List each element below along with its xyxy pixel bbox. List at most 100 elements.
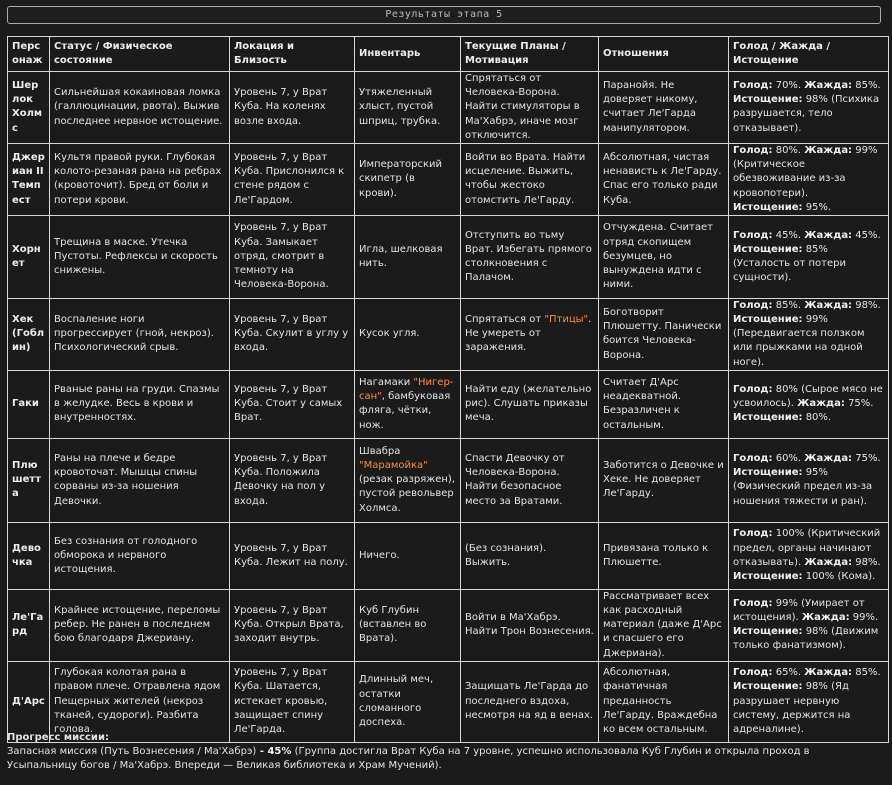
mission-progress: Прогресс миссии: Запасная миссия (Путь В…: [7, 731, 877, 774]
inventory-text: Утяжеленный хлыст, пустой шприц, трубка.: [359, 87, 441, 127]
character-needs: Голод: 80% (Сырое мясо не усвоилось). Жа…: [728, 369, 889, 439]
hunger-label: Голод:: [733, 597, 773, 609]
hunger-value: 45%.: [775, 229, 802, 241]
character-needs: Голод: 45%. Жажда: 45%. Истощение: 85% (…: [728, 214, 889, 299]
character-status: Без сознания от голодного обморока и нер…: [49, 521, 230, 590]
inventory-text: Игла, шелковая нить.: [359, 243, 443, 269]
character-needs: Голод: 80%. Жажда: 99% (Критическое обез…: [728, 142, 889, 216]
mission-name: Запасная миссия (Путь Вознесения / Ма'Ха…: [7, 746, 257, 758]
exhaustion-label: Истощение:: [733, 571, 803, 582]
character-status-table: Персонаж Статус / Физическое состояние Л…: [7, 36, 889, 743]
character-plans: Найти еду (желательно рис). Слушать прик…: [460, 369, 599, 439]
inventory-text: Ничего.: [359, 549, 400, 561]
hunger-value: 80%.: [775, 144, 802, 156]
character-relations: Боготворит Плюшетту. Панически боится Че…: [598, 297, 729, 371]
character-relations: Привязана только к Плюшетте.: [598, 521, 729, 590]
character-location: Уровень 7, у Врат Куба. Прислонился к ст…: [229, 142, 355, 216]
hunger-label: Голод:: [733, 384, 773, 396]
thirst-label: Жажда:: [804, 80, 853, 92]
header-status: Статус / Физическое состояние: [49, 36, 230, 72]
mission-progress-title: Прогресс миссии:: [7, 732, 109, 743]
character-name: Джериан II Темпест: [7, 142, 50, 216]
stage-results-title-text: Результаты этапа 5: [385, 8, 503, 20]
hunger-label: Голод:: [733, 144, 773, 156]
exhaustion-label: Истощение:: [733, 243, 803, 255]
character-inventory: Игла, шелковая нить.: [354, 214, 461, 299]
character-status: Раны на плече и бедре кровоточат. Мышцы …: [49, 437, 230, 523]
thirst-label: Жажда:: [801, 612, 850, 624]
character-needs: Голод: 99% (Умирает от истощения). Жажда…: [728, 588, 889, 662]
inventory-text: Кусок угля.: [359, 328, 420, 340]
table-row: Джериан II Темпест Культя правой руки. Гл…: [7, 142, 889, 216]
character-name: Хорнет: [7, 214, 50, 299]
character-relations: Считает Д'Арс неадекватной. Безразличен …: [598, 369, 729, 439]
exhaustion-value: 95%.: [805, 201, 832, 213]
hunger-label: Голод:: [733, 452, 773, 464]
character-status: Трещина в маске. Утечка Пустоты. Рефлекс…: [49, 214, 230, 299]
inventory-highlight: "Марамойка": [359, 460, 428, 472]
character-location: Уровень 7, у Врат Куба. Скулит в углу у …: [229, 297, 355, 371]
character-needs: Голод: 60%. Жажда: 75%. Истощение: 95% (…: [728, 437, 889, 523]
character-name: Гаки: [7, 369, 50, 439]
character-relations: Абсолютная, чистая ненависть к Ле'Гарду.…: [598, 142, 729, 216]
thirst-value: 85%.: [855, 80, 881, 92]
exhaustion-label: Истощение:: [733, 467, 803, 479]
thirst-value: 85%.: [855, 667, 881, 679]
plans-text: Спрятаться от: [465, 314, 545, 326]
exhaustion-label: Истощение:: [733, 94, 803, 106]
character-plans: Спасти Девочку от Человека-Ворона. Найти…: [460, 437, 599, 523]
table-row: Хек (Гоблин) Воспаление ноги прогрессируе…: [7, 297, 889, 371]
thirst-value: 98%.: [855, 299, 881, 311]
character-location: Уровень 7, у Врат Куба. Открыл Врата, за…: [229, 588, 355, 662]
thirst-label: Жажда:: [804, 556, 853, 568]
plans-text: Войти в Ма'Хабрэ. Найти Трон Вознесения.: [465, 612, 594, 638]
thirst-value: 75%.: [855, 452, 881, 464]
plans-text: Войти во Врата. Найти исцеление. Выжить,…: [465, 152, 586, 206]
character-plans: Войти во Врата. Найти исцеление. Выжить,…: [460, 142, 599, 216]
plans-text: Спрятаться от Человека-Ворона. Найти сти…: [465, 73, 580, 141]
inventory-text: Императорский скипетр (в крови).: [359, 159, 443, 199]
table-body: Шерлок Холмс Сильнейшая кокаиновая ломка …: [7, 71, 889, 743]
plans-text: Отступить во тьму Врат. Избегать прямого…: [465, 229, 592, 284]
header-location: Локация и Близость: [229, 36, 355, 72]
inventory-text-after: (резак разряжен), пустой револьвер Холмс…: [359, 474, 456, 514]
character-needs: Голод: 85%. Жажда: 98%. Истощение: 99% (…: [728, 297, 889, 371]
character-relations: Рассматривает всех как расходный материа…: [598, 588, 729, 662]
exhaustion-value: 80%.: [805, 412, 832, 424]
character-needs: Голод: 100% (Критический предел, органы …: [728, 521, 889, 590]
character-plans: Войти в Ма'Хабрэ. Найти Трон Вознесения.: [460, 588, 599, 662]
thirst-label: Жажда:: [804, 229, 853, 241]
hunger-value: 85%.: [775, 299, 802, 311]
thirst-value: 99%.: [852, 612, 879, 624]
exhaustion-label: Истощение:: [733, 681, 803, 693]
plans-text: (Без сознания). Выжить.: [465, 542, 547, 568]
thirst-label: Жажда:: [797, 398, 845, 410]
character-inventory: Нагамаки "Нигер-сан", бамбуковая фляга, …: [354, 369, 461, 439]
inventory-text: Куб Глубин (вставлен во Врата).: [359, 605, 427, 645]
inventory-text: Швабра: [359, 445, 401, 457]
plans-text: Спасти Девочку от Человека-Ворона. Найти…: [465, 452, 565, 507]
character-status: Крайнее истощение, переломы ребер. Не ра…: [49, 588, 230, 662]
character-plans: Спрятаться от "Птицы". Не умереть от зар…: [460, 297, 599, 371]
hunger-label: Голод:: [733, 667, 773, 679]
hunger-value: 60%.: [775, 452, 802, 464]
character-inventory: Кусок угля.: [354, 297, 461, 371]
table-row: Шерлок Холмс Сильнейшая кокаиновая ломка …: [7, 71, 889, 144]
character-inventory: Ничего.: [354, 521, 461, 590]
thirst-value: 75%.: [848, 398, 874, 410]
thirst-label: Жажда:: [804, 452, 853, 464]
character-inventory: Швабра "Марамойка" (резак разряжен), пус…: [354, 437, 461, 523]
character-name: Плюшетта: [7, 437, 50, 523]
exhaustion-label: Истощение:: [733, 626, 803, 638]
exhaustion-label: Истощение:: [733, 314, 803, 326]
table-row: Гаки Рваные раны на груди. Спазмы в желуд…: [7, 369, 889, 439]
character-location: Уровень 7, у Врат Куба. Стоит у самых Вр…: [229, 369, 355, 439]
character-relations: Паранойя. Не доверяет никому, считает Ле…: [598, 71, 729, 144]
hunger-label: Голод:: [733, 80, 773, 92]
character-name: Девочка: [7, 521, 50, 590]
exhaustion-label: Истощение:: [733, 201, 803, 213]
inventory-text: Длинный меч, остатки сломанного доспеха.: [359, 674, 434, 728]
thirst-label: Жажда:: [804, 299, 853, 311]
character-location: Уровень 7, у Врат Куба. Замыкает отряд, …: [229, 214, 355, 299]
character-plans: Спрятаться от Человека-Ворона. Найти сти…: [460, 71, 599, 144]
